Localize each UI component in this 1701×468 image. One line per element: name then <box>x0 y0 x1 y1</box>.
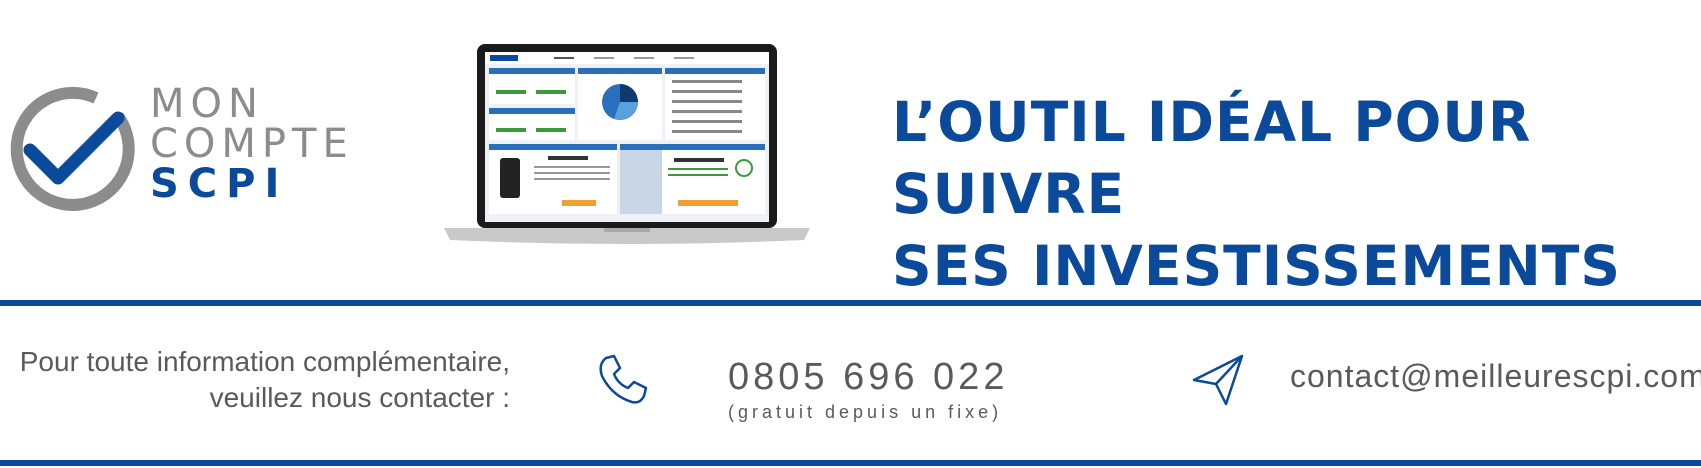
headline-line-2: SES INVESTISSEMENTS <box>892 234 1621 298</box>
check-circle-icon <box>10 86 135 211</box>
headline-line-1: L’OUTIL IDÉAL POUR SUIVRE <box>892 90 1532 226</box>
divider-top <box>0 300 1701 306</box>
contact-info-text: Pour toute information complémentaire, v… <box>0 344 510 416</box>
phone-note: (gratuit depuis un fixe) <box>728 402 1003 422</box>
phone-icon <box>594 352 650 408</box>
paper-plane-icon <box>1190 352 1246 408</box>
contact-info-line-2: veuillez nous contacter : <box>209 382 510 413</box>
logo-text-scpi: SCPI <box>150 161 289 207</box>
phone-number[interactable]: 0805 696 022 <box>728 356 1008 399</box>
mon-compte-scpi-logo: MON COMPTE SCPI <box>0 84 370 214</box>
headline: L’OUTIL IDÉAL POUR SUIVRE SES INVESTISSE… <box>892 86 1692 302</box>
logo-text-compte: COMPTE <box>150 121 354 167</box>
contact-email-link[interactable]: contact@meilleurescpi.com <box>1290 358 1701 395</box>
logo-text-mon: MON <box>150 81 264 127</box>
contact-info-line-1: Pour toute information complémentaire, <box>19 346 510 377</box>
laptop-dashboard-image <box>444 42 810 252</box>
divider-bottom <box>0 460 1701 466</box>
